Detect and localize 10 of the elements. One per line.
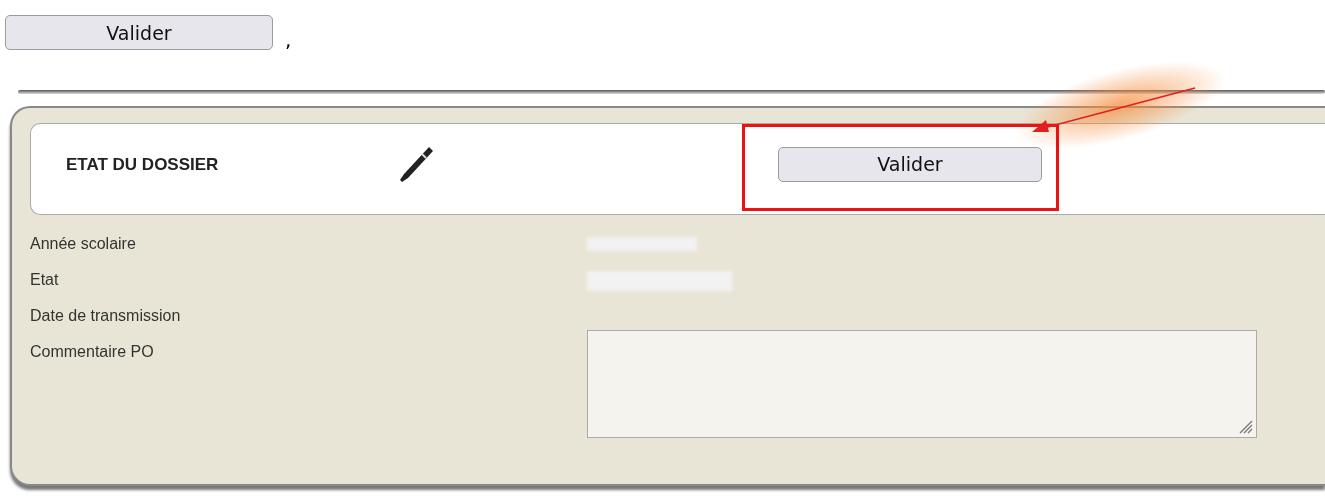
resize-grip-icon[interactable] [1239, 420, 1253, 434]
field-label: Année scolaire [30, 235, 137, 253]
field-label: Commentaire PO [30, 343, 155, 361]
field-label: Date de transmission [30, 307, 182, 325]
validate-button[interactable]: Valider [778, 146, 1042, 182]
field-label: Etat [30, 271, 60, 289]
panel-title: ETAT DU DOSSIER [66, 155, 220, 175]
comment-field[interactable] [587, 330, 1257, 438]
validate-button[interactable]: Valider [5, 15, 273, 50]
punctuation-text: , [285, 30, 292, 50]
